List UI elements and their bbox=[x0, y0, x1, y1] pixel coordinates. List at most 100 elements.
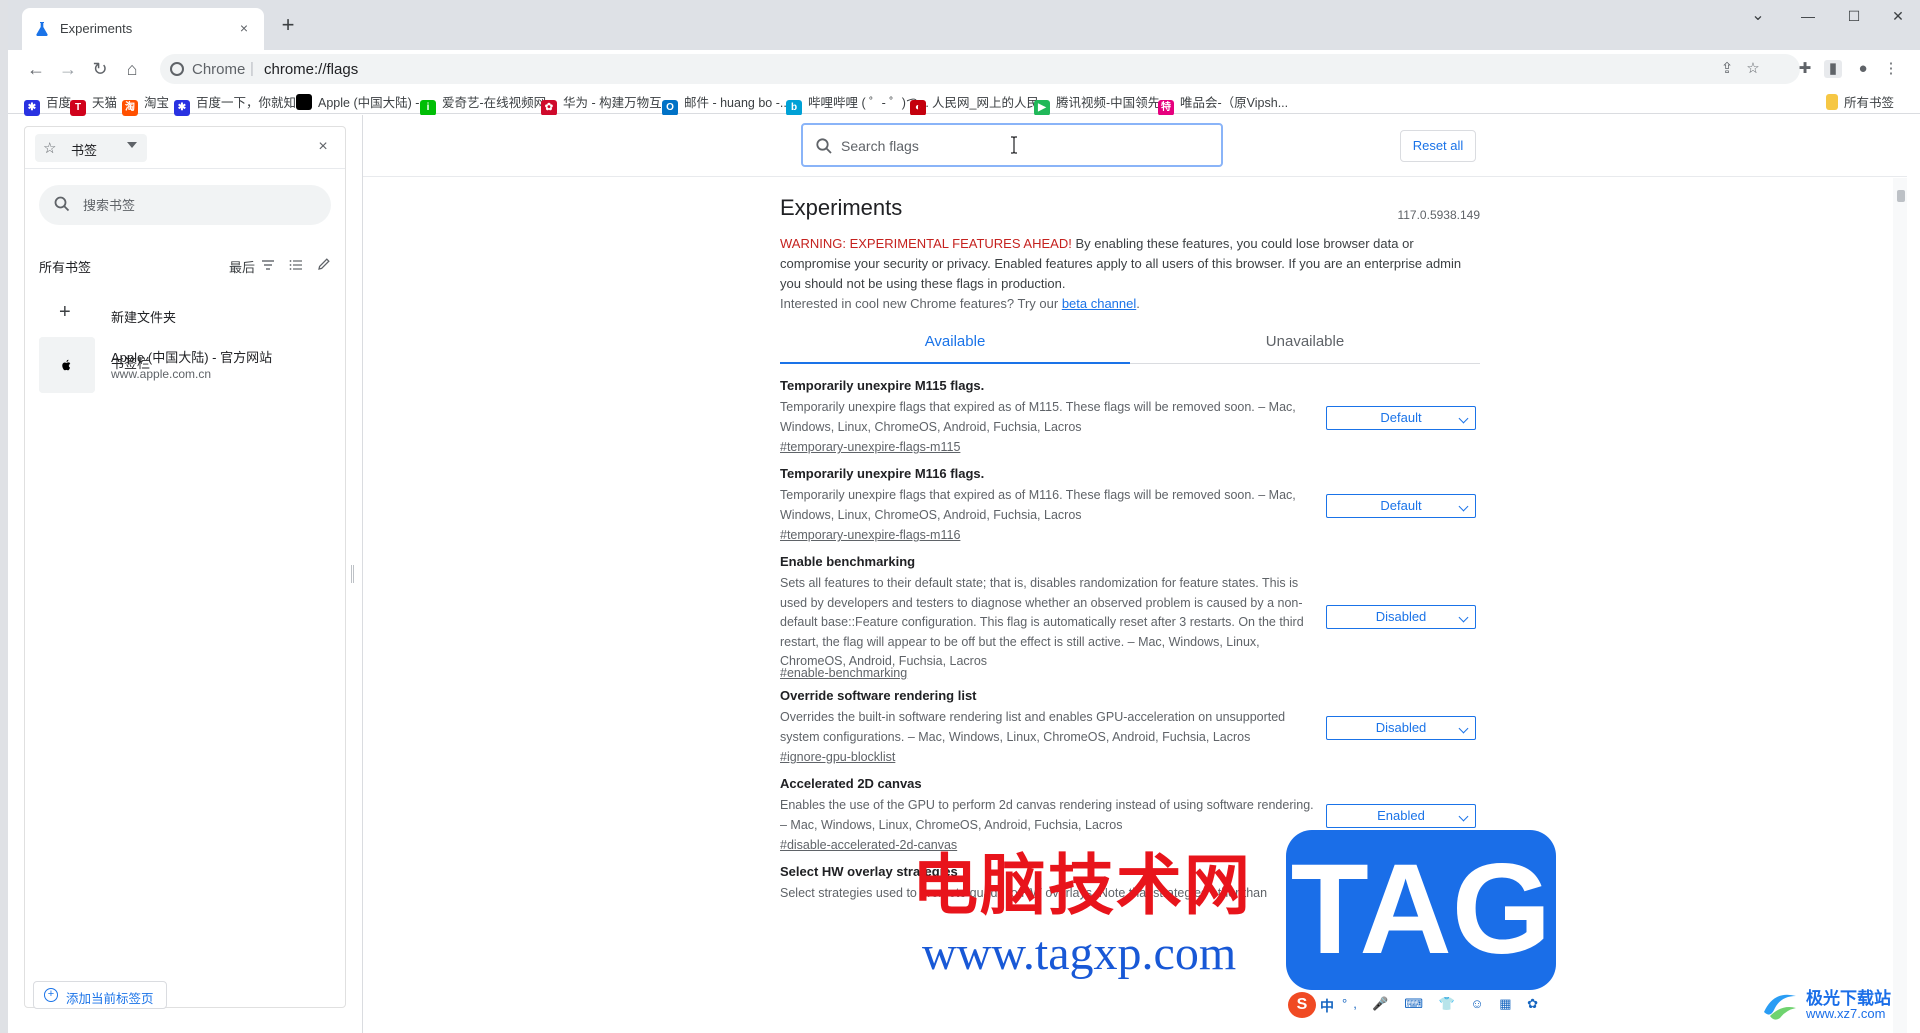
flag-state-select[interactable]: Enabled bbox=[1326, 804, 1476, 828]
bookmark-label: 天猫 bbox=[92, 96, 118, 110]
bookmark-label: 爱奇艺-在线视频网... bbox=[442, 96, 557, 110]
flag-title: Accelerated 2D canvas bbox=[780, 776, 922, 791]
bookmark-star-icon[interactable]: ☆ bbox=[1744, 60, 1762, 78]
more-menu-icon[interactable]: ⋮ bbox=[1882, 60, 1900, 78]
forward-arrow-icon[interactable]: → bbox=[54, 55, 82, 83]
sogou-ime-icon[interactable]: S bbox=[1288, 992, 1316, 1018]
add-circle-icon: + bbox=[44, 988, 58, 1002]
flag-description: Enables the use of the GPU to perform 2d… bbox=[780, 798, 1314, 832]
profile-avatar-icon[interactable]: ● bbox=[1854, 60, 1872, 78]
caret-down-icon bbox=[127, 142, 137, 148]
xz7-url: www.xz7.com bbox=[1806, 1006, 1886, 1021]
scrollbar-thumb[interactable] bbox=[1897, 190, 1905, 202]
tab-experiments[interactable]: Experiments × bbox=[22, 8, 264, 50]
bilibili-icon: b bbox=[786, 100, 802, 116]
flag-state-value: Enabled bbox=[1377, 808, 1425, 823]
new-tab-button[interactable]: + bbox=[276, 14, 300, 38]
add-current-tab-button[interactable]: + 添加当前标签页 bbox=[33, 981, 167, 1009]
edit-pencil-icon[interactable] bbox=[317, 257, 331, 271]
share-icon[interactable]: ⇪ bbox=[1718, 60, 1736, 78]
flags-header: Reset all bbox=[363, 115, 1907, 177]
side-panel-resize-handle[interactable] bbox=[351, 565, 354, 583]
baidu-icon: ✱ bbox=[24, 100, 40, 116]
site-chip-label: Chrome bbox=[192, 61, 246, 78]
bookmark-label: 唯品会-（原Vipsh... bbox=[1180, 96, 1289, 110]
bookmark-label: 华为 - 构建万物互... bbox=[563, 96, 673, 110]
side-panel-selector-label: 书签 bbox=[71, 143, 98, 158]
back-arrow-icon[interactable]: ← bbox=[22, 55, 50, 83]
vertical-scrollbar[interactable] bbox=[1893, 178, 1907, 1033]
side-panel-icon[interactable]: ▮ bbox=[1824, 60, 1842, 78]
flag-state-value: Disabled bbox=[1375, 609, 1427, 624]
flag-link[interactable]: #temporary-unexpire-flags-m115 bbox=[780, 440, 960, 454]
minimize-button[interactable]: — bbox=[1788, 4, 1828, 28]
flag-title: Temporarily unexpire M116 flags. bbox=[780, 466, 985, 481]
ime-chinese-mode[interactable]: 中 bbox=[1320, 996, 1334, 1016]
tab-search-chevron-icon[interactable]: ⌄ bbox=[1738, 4, 1778, 28]
reset-all-button[interactable]: Reset all bbox=[1400, 130, 1476, 162]
bookmark-item[interactable]: i 爱奇艺-在线视频网... bbox=[420, 92, 557, 116]
xz7-logo: 极光下载站 www.xz7.com bbox=[1760, 982, 1910, 1026]
apple-bookmark-title: Apple (中国大陆) - 官方网站 bbox=[111, 350, 273, 365]
bookmark-label: 腾讯视频-中国领先... bbox=[1056, 96, 1171, 110]
url-text[interactable]: chrome://flags bbox=[264, 61, 358, 78]
bookmark-item[interactable]: Apple (中国大陆) -... bbox=[296, 92, 430, 110]
flag-link[interactable]: #ignore-gpu-blocklist bbox=[780, 750, 895, 764]
window-edge bbox=[0, 0, 8, 1033]
bookmark-item[interactable]: ✿ 华为 - 构建万物互... bbox=[541, 92, 673, 116]
bookmark-item[interactable]: 特唯品会-（原Vipsh... bbox=[1158, 92, 1289, 116]
tab-available[interactable]: Available bbox=[780, 324, 1130, 364]
peoples-icon: ◐ bbox=[910, 100, 926, 116]
close-window-button[interactable]: ✕ bbox=[1878, 4, 1918, 28]
flag-state-value: Default bbox=[1380, 410, 1422, 425]
bookmark-item[interactable]: ◐ 人民网_网上的人民... bbox=[910, 92, 1049, 116]
bookmark-item[interactable]: ✱ 百度 bbox=[24, 92, 72, 116]
apple-icon bbox=[296, 94, 312, 110]
bookmark-label: 百度 bbox=[46, 96, 72, 110]
bookmark-item[interactable]: 淘淘宝 bbox=[122, 92, 169, 116]
sort-button[interactable]: 最后 bbox=[229, 257, 255, 276]
apple-logo-icon bbox=[62, 359, 71, 371]
bookmark-search-field[interactable] bbox=[39, 185, 331, 225]
ime-toolbar[interactable]: S 中 °, 🎤 ⌨ 👕 ☺ ▦ ✿ bbox=[1286, 990, 1538, 1020]
bookmark-item[interactable]: T 天猫 bbox=[70, 92, 118, 116]
apple-icon bbox=[39, 337, 95, 393]
flag-state-select[interactable]: Disabled bbox=[1326, 605, 1476, 629]
bookmark-label: 邮件 - huang bo -... bbox=[684, 96, 791, 110]
flag-link[interactable]: #enable-benchmarking bbox=[780, 666, 907, 680]
bookmark-item[interactable]: ▶ 腾讯视频-中国领先... bbox=[1034, 92, 1171, 116]
all-bookmarks-label: 所有书签 bbox=[1844, 96, 1895, 110]
flag-state-value: Disabled bbox=[1375, 720, 1427, 735]
bookmarks-side-panel: ☆ 书签 × 所有书签 最后 bbox=[24, 126, 346, 1009]
maximize-button[interactable]: ☐ bbox=[1834, 4, 1874, 28]
flag-state-select[interactable]: Default bbox=[1326, 406, 1476, 430]
tab-close-icon[interactable]: × bbox=[234, 18, 254, 38]
address-bar[interactable]: Chrome | chrome://flags ⇪ ☆ bbox=[160, 54, 1800, 84]
home-icon[interactable]: ⌂ bbox=[118, 55, 146, 83]
vip-icon: 特 bbox=[1158, 100, 1174, 116]
bookmark-item[interactable]: b 哔哩哔哩 ( ゜- ゜)つ... bbox=[786, 92, 929, 116]
all-bookmarks-folder[interactable]: 所有书签 bbox=[1826, 92, 1894, 110]
flag-link[interactable]: #temporary-unexpire-flags-m116 bbox=[780, 528, 960, 542]
side-panel-selector[interactable]: ☆ 书签 bbox=[35, 134, 147, 162]
reload-icon[interactable]: ↻ bbox=[86, 55, 114, 83]
chevron-down-icon bbox=[1458, 811, 1469, 822]
folder-icon bbox=[1826, 94, 1838, 110]
sort-icon[interactable] bbox=[261, 259, 275, 271]
ime-tool-icons[interactable]: °, 🎤 ⌨ 👕 ☺ ▦ ✿ bbox=[1342, 996, 1544, 1012]
side-panel-close-icon[interactable]: × bbox=[313, 137, 333, 157]
all-bookmarks-heading: 所有书签 bbox=[39, 260, 92, 275]
flag-description: Sets all features to their default state… bbox=[780, 576, 1304, 668]
star-icon: ☆ bbox=[43, 140, 57, 157]
tab-unavailable[interactable]: Unavailable bbox=[1130, 324, 1480, 364]
flag-state-select[interactable]: Disabled bbox=[1326, 716, 1476, 740]
beta-channel-link[interactable]: beta channel bbox=[1062, 296, 1136, 311]
bookmark-item[interactable]: ✱ 百度一下，你就知道 bbox=[174, 92, 309, 116]
bookmark-item[interactable]: O 邮件 - huang bo -... bbox=[662, 92, 791, 116]
bookmark-search-input[interactable] bbox=[83, 195, 313, 215]
flags-search-input[interactable] bbox=[841, 136, 1201, 156]
extensions-puzzle-icon[interactable]: ✚ bbox=[1796, 60, 1814, 78]
page-title: Experiments bbox=[780, 195, 903, 220]
flag-state-select[interactable]: Default bbox=[1326, 494, 1476, 518]
list-view-icon[interactable] bbox=[289, 258, 303, 272]
